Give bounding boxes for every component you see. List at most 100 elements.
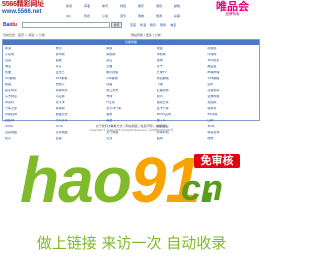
logo-hao: hao xyxy=(20,144,132,216)
nav-link[interactable]: 邮箱 xyxy=(174,4,192,8)
category-link[interactable]: 太平洋 xyxy=(56,101,107,104)
category-link[interactable]: 中新网 xyxy=(157,53,208,56)
nav-link[interactable]: QQ xyxy=(66,14,84,18)
quicklink[interactable]: 淘宝 xyxy=(170,23,176,27)
category-link[interactable]: 雪球 xyxy=(106,95,157,98)
copyright: Copyright © 2006-2025 All Rights Reserve… xyxy=(89,129,174,132)
category-link[interactable]: 139邮箱 xyxy=(207,77,258,80)
category-link[interactable]: 163邮箱 xyxy=(56,77,107,80)
category-link[interactable]: 赶集网 xyxy=(5,119,56,122)
category-link[interactable]: 人民网 xyxy=(5,53,56,56)
category-link[interactable]: 贴吧 xyxy=(157,137,208,140)
category-link[interactable]: 猎聘 xyxy=(106,113,157,116)
vip-ad[interactable]: 唯品会 品牌特卖 xyxy=(216,1,249,17)
category-link[interactable]: 易车网 xyxy=(56,107,107,110)
category-link[interactable]: BOSS直聘 xyxy=(157,113,208,116)
category-link[interactable]: 网易 xyxy=(106,47,157,50)
category-link[interactable]: 前程无忧 xyxy=(56,113,107,116)
nav-link[interactable]: 购物 xyxy=(138,14,156,18)
category-link[interactable]: 同花顺 xyxy=(56,95,107,98)
category-link[interactable]: 搜狐 xyxy=(157,47,208,50)
nav-link[interactable]: 小说 xyxy=(102,14,120,18)
category-link[interactable]: 智联招聘 xyxy=(5,113,56,116)
category-link[interactable]: 搜狗 xyxy=(157,59,208,62)
category-link[interactable]: 芒果TV xyxy=(157,71,208,74)
quicklink[interactable]: 网易 xyxy=(160,23,166,27)
category-link[interactable]: 晋江文学 xyxy=(106,89,157,92)
category-link[interactable]: 泡泡网 xyxy=(207,101,258,104)
category-link[interactable]: 飞猪 xyxy=(157,83,208,86)
nav-link[interactable]: 音乐 xyxy=(120,14,138,18)
category-link[interactable]: 优酷 xyxy=(5,71,56,74)
nav-link[interactable]: 娱乐 xyxy=(138,4,156,8)
category-link[interactable]: QQ邮箱 xyxy=(5,77,56,80)
category-link[interactable]: 知乎 xyxy=(5,137,56,140)
category-link[interactable]: 爱卡汽车 xyxy=(157,107,208,110)
category-link[interactable]: 和讯 xyxy=(157,95,208,98)
category-link[interactable]: 唯品会 xyxy=(207,65,258,68)
category-link[interactable]: 新浪邮箱 xyxy=(157,77,208,80)
category-link[interactable]: 同程 xyxy=(106,83,157,86)
category-link[interactable]: 必应 xyxy=(106,59,157,62)
category-link[interactable]: 大众点评 xyxy=(56,119,107,122)
category-link[interactable]: 美团 xyxy=(106,119,157,122)
category-link[interactable]: 红袖添香 xyxy=(157,89,208,92)
category-link[interactable]: 新华网 xyxy=(56,53,107,56)
category-link[interactable]: 58同城 xyxy=(207,113,258,116)
category-link[interactable]: 饿了么 xyxy=(157,119,208,122)
category-link[interactable]: 豆瓣 xyxy=(56,137,107,140)
nav-link[interactable]: 新闻 xyxy=(66,4,84,8)
category-link[interactable]: 腾讯视频 xyxy=(106,71,157,74)
category-link[interactable]: 中关村 xyxy=(5,101,56,104)
category-link[interactable]: IT之家 xyxy=(106,101,157,104)
nav-link[interactable]: 影视 xyxy=(84,14,102,18)
category-link[interactable]: 环球网 xyxy=(207,53,258,56)
quicklink[interactable]: 新浪 xyxy=(140,23,146,27)
category-link[interactable]: 360搜索 xyxy=(207,59,258,62)
top-nav: 新闻 军事 体育 财经 娱乐 游戏 邮箱 QQ 影视 小说 音乐 购物 旅游 彩… xyxy=(66,4,192,18)
category-link[interactable]: 哔哩哔哩 xyxy=(207,71,258,74)
category-link[interactable]: 腾讯 xyxy=(56,47,107,50)
site-logo[interactable]: 5566精彩网址 www.5566.net xyxy=(2,1,44,16)
category-link[interactable]: 126邮箱 xyxy=(106,77,157,80)
nav-link[interactable]: 彩票 xyxy=(174,14,192,18)
nav-link[interactable]: 军事 xyxy=(84,4,102,8)
category-link[interactable]: 天猫 xyxy=(106,65,157,68)
category-link[interactable]: 微博 xyxy=(207,137,258,140)
hao91-banner[interactable]: hao91. cn 免审核 做上链接 来访一次 自动收录 xyxy=(0,148,263,265)
category-link[interactable]: 凤凰网 xyxy=(207,47,258,50)
category-link[interactable]: 谷歌 xyxy=(56,59,107,62)
category-link[interactable]: 新浪 xyxy=(5,47,56,50)
breadcrumb: 当前位置：首页 > 频道 > 分类 xyxy=(3,33,45,37)
quicklink[interactable]: 百度 xyxy=(130,23,136,27)
category-link[interactable]: 口碑 xyxy=(207,119,258,122)
category-link[interactable]: 懂车帝 xyxy=(207,107,258,110)
category-link[interactable]: 苏宁 xyxy=(157,65,208,68)
category-link[interactable]: 太平洋汽车 xyxy=(106,107,157,110)
category-link[interactable]: 潇湘书院 xyxy=(207,89,258,92)
category-link[interactable]: 汽车之家 xyxy=(5,107,56,110)
category-link[interactable]: 京东 xyxy=(56,65,107,68)
category-link[interactable]: 东方财富 xyxy=(5,95,56,98)
category-link[interactable]: 央视网 xyxy=(106,53,157,56)
category-link[interactable]: 起点中文 xyxy=(5,89,56,92)
category-link[interactable]: 途牛 xyxy=(207,83,258,86)
nav-link[interactable]: 财经 xyxy=(120,4,138,8)
category-link[interactable]: 爱奇艺 xyxy=(56,71,107,74)
category-link[interactable]: 天涯 xyxy=(106,137,157,140)
category-link[interactable]: 纵横中文 xyxy=(56,89,107,92)
brand-title: 唯品会 xyxy=(216,0,249,13)
logo-title: 5566精彩网址 xyxy=(2,1,44,8)
category-link[interactable]: 百度 xyxy=(5,59,56,62)
search-button[interactable]: 搜索 xyxy=(111,22,122,28)
category-link[interactable]: 去哪儿 xyxy=(56,83,107,86)
category-link[interactable]: 携程 xyxy=(5,83,56,86)
search-input[interactable] xyxy=(22,22,110,28)
nav-link[interactable]: 旅游 xyxy=(156,14,174,18)
category-link[interactable]: 淘宝 xyxy=(5,65,56,68)
nav-link[interactable]: 游戏 xyxy=(156,4,174,8)
category-link[interactable]: 驱动之家 xyxy=(157,101,208,104)
nav-link[interactable]: 体育 xyxy=(102,4,120,8)
quicklink[interactable]: 腾讯 xyxy=(150,23,156,27)
category-link[interactable]: 证券时报 xyxy=(207,95,258,98)
